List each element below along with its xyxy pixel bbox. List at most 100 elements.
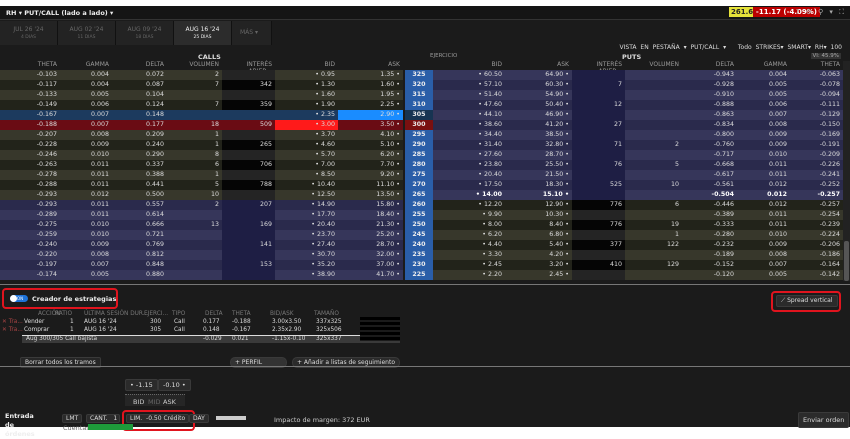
call-bid[interactable]: • 12.50: [275, 190, 338, 200]
table-row[interactable]: -0.103 0.004 0.072 2 • 0.95 1.35 • 325 • 60.50 6…: [0, 70, 843, 80]
quantity-value[interactable]: 100: [831, 44, 842, 51]
scrollbar-thumb[interactable]: [844, 241, 849, 281]
call-bid[interactable]: • 8.50: [275, 170, 338, 180]
put-bid[interactable]: • 8.00: [433, 220, 505, 230]
call-ask[interactable]: 3.50 •: [338, 120, 403, 130]
table-row[interactable]: -0.207 0.008 0.209 1 • 3.70 4.10 • 295 • 34.40 3…: [0, 130, 843, 140]
put-bid[interactable]: • 38.60: [433, 120, 505, 130]
put-bid[interactable]: • 3.30: [433, 250, 505, 260]
table-row[interactable]: -0.197 0.007 0.848 153 • 35.20 37.00 • 230 • 2.…: [0, 260, 843, 270]
call-bid[interactable]: • 3.70: [275, 130, 338, 140]
table-row[interactable]: -0.259 0.010 0.721 • 23.70 25.20 • 245 • 6.20 6…: [0, 230, 843, 240]
exchange-dropdown[interactable]: SMART▾: [788, 44, 812, 51]
leg-action[interactable]: Vender: [24, 319, 44, 325]
put-ask[interactable]: 54.90 •: [505, 90, 572, 100]
call-ask[interactable]: 1.35 •: [338, 70, 403, 80]
table-row[interactable]: -0.228 0.009 0.240 1 265 • 4.60 5.10 • 290 • 31.…: [0, 140, 843, 150]
column-header[interactable]: THETA: [0, 61, 60, 68]
put-bid[interactable]: • 57.10: [433, 80, 505, 90]
table-row[interactable]: -0.133 0.005 0.104 • 1.60 1.95 • 315 • 51.40 54…: [0, 90, 843, 100]
put-ask[interactable]: 3.20 •: [505, 260, 572, 270]
call-ask[interactable]: 37.00 •: [338, 260, 403, 270]
column-header[interactable]: THETA: [790, 61, 843, 68]
call-bid[interactable]: • 27.40: [275, 240, 338, 250]
spread-vertical-button[interactable]: ⟋ Spread vertical: [776, 295, 838, 307]
put-bid[interactable]: • 6.20: [433, 230, 505, 240]
table-row[interactable]: -0.117 0.004 0.087 7 342 • 1.30 1.60 • 320 • 57.…: [0, 80, 843, 90]
put-bid[interactable]: • 9.90: [433, 210, 505, 220]
call-ask[interactable]: 4.10 •: [338, 130, 403, 140]
call-ask[interactable]: 11.10 •: [338, 180, 403, 190]
put-ask[interactable]: 5.40 •: [505, 240, 572, 250]
call-bid[interactable]: • 30.70: [275, 250, 338, 260]
leg-action[interactable]: Comprar: [24, 327, 49, 333]
call-bid[interactable]: • 14.90: [275, 200, 338, 210]
table-row[interactable]: -0.278 0.011 0.388 1 • 8.50 9.20 • 275 • 20.40 2…: [0, 170, 843, 180]
column-header[interactable]: ASK: [505, 61, 572, 68]
call-ask[interactable]: 2.90 •: [338, 110, 403, 120]
put-ask[interactable]: 60.30 •: [505, 80, 572, 90]
call-bid[interactable]: • 7.00: [275, 160, 338, 170]
put-bid[interactable]: • 2.45: [433, 260, 505, 270]
put-ask[interactable]: 12.90 •: [505, 200, 572, 210]
put-ask[interactable]: 18.30 •: [505, 180, 572, 190]
call-ask[interactable]: 1.60 •: [338, 80, 403, 90]
table-row[interactable]: -0.246 0.010 0.290 8 • 5.70 6.20 • 285 • 27.60 2…: [0, 150, 843, 160]
tif-dropdown[interactable]: DAY: [189, 414, 209, 423]
put-bid[interactable]: • 17.50: [433, 180, 505, 190]
bid-price-button[interactable]: • -1.15: [125, 379, 158, 391]
more-tabs-button[interactable]: MÁS ▾: [232, 21, 272, 45]
expiry-tab[interactable]: AUG 16 '24 25 DIAS: [174, 21, 232, 45]
ask-price-button[interactable]: -0.10 •: [158, 379, 191, 391]
call-bid[interactable]: • 4.60: [275, 140, 338, 150]
put-ask[interactable]: 46.90 •: [505, 110, 572, 120]
leg-x[interactable]: ✕ Tra...: [2, 319, 23, 325]
expiry-tab[interactable]: AUG 09 '24 18 DIAS: [116, 21, 174, 45]
table-row[interactable]: -0.188 0.007 0.177 18 509 • 3.00 3.50 • 300 • 38…: [0, 120, 843, 130]
scrollbar[interactable]: [843, 61, 850, 281]
put-bid[interactable]: • 12.20: [433, 200, 505, 210]
quantity-field[interactable]: CANT. 1: [86, 414, 120, 423]
table-row[interactable]: -0.289 0.011 0.614 • 17.70 18.40 • 255 • 9.90 1…: [0, 210, 843, 220]
put-ask[interactable]: 25.50 •: [505, 160, 572, 170]
call-bid[interactable]: • 17.70: [275, 210, 338, 220]
put-ask[interactable]: 10.30 •: [505, 210, 572, 220]
table-row[interactable]: -0.240 0.009 0.769 141 • 27.40 28.70 • 240 • 4.…: [0, 240, 843, 250]
call-ask[interactable]: 18.40 •: [338, 210, 403, 220]
column-header[interactable]: BID: [433, 61, 505, 68]
call-bid[interactable]: • 10.40: [275, 180, 338, 190]
put-ask[interactable]: 64.90 •: [505, 70, 572, 80]
put-ask[interactable]: 41.20 •: [505, 120, 572, 130]
put-ask[interactable]: 8.40 •: [505, 220, 572, 230]
table-row[interactable]: -0.174 0.005 0.880 • 38.90 41.70 • 225 • 2.20 2…: [0, 270, 843, 280]
put-ask[interactable]: 15.10 •: [505, 190, 572, 200]
call-ask[interactable]: 1.95 •: [338, 90, 403, 100]
put-bid[interactable]: • 47.60: [433, 100, 505, 110]
put-bid[interactable]: • 14.00: [433, 190, 505, 200]
submit-order-button[interactable]: Enviar orden: [798, 412, 850, 428]
column-header[interactable]: BID: [275, 61, 338, 68]
call-bid[interactable]: • 23.70: [275, 230, 338, 240]
column-header[interactable]: VOLUMEN: [625, 61, 682, 68]
put-bid[interactable]: • 60.50: [433, 70, 505, 80]
window-toolbar-icons[interactable]: ? ⚙ ⚲ ▾ ⛶: [796, 8, 846, 17]
put-ask[interactable]: 4.20 •: [505, 250, 572, 260]
column-header[interactable]: DELTA: [112, 61, 167, 68]
call-bid[interactable]: • 0.95: [275, 70, 338, 80]
table-row[interactable]: -0.293 0.011 0.557 2 207 • 14.90 15.80 • 260 • 1…: [0, 200, 843, 210]
put-ask[interactable]: 21.50 •: [505, 170, 572, 180]
call-ask[interactable]: 5.10 •: [338, 140, 403, 150]
call-bid[interactable]: • 5.70: [275, 150, 338, 160]
column-header[interactable]: ASK: [338, 61, 403, 68]
call-ask[interactable]: 6.20 •: [338, 150, 403, 160]
call-ask[interactable]: 15.80 •: [338, 200, 403, 210]
put-bid[interactable]: • 4.40: [433, 240, 505, 250]
column-header[interactable]: VOLUMEN: [167, 61, 222, 68]
strategy-toggle[interactable]: ON: [10, 295, 28, 302]
strikes-dropdown[interactable]: Todo STRIKES▾: [738, 44, 784, 51]
call-ask[interactable]: 21.30 •: [338, 220, 403, 230]
symbol-dropdown[interactable]: RH▾: [815, 44, 827, 51]
column-header[interactable]: GAMMA: [737, 61, 790, 68]
put-ask[interactable]: 28.70 •: [505, 150, 572, 160]
leg-x[interactable]: ✕ Tra...: [2, 327, 23, 333]
